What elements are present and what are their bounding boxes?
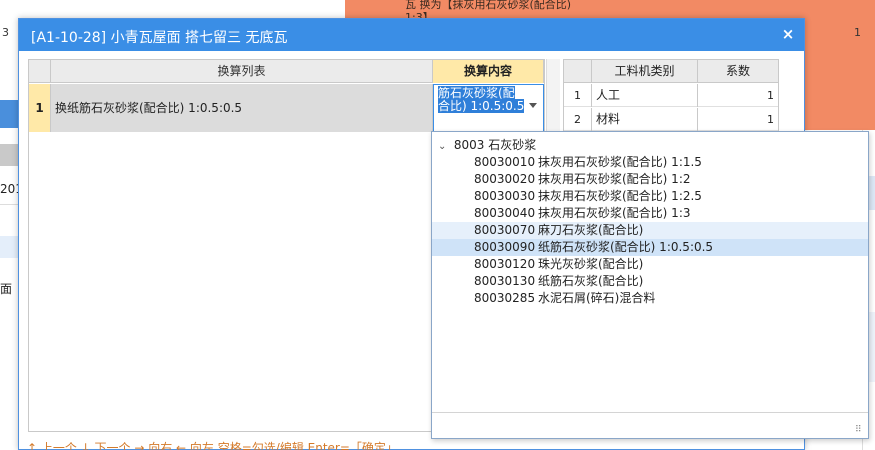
dropdown-footer: ⠿: [432, 412, 868, 438]
list-item[interactable]: 80030020 抹灰用石灰砂浆(配合比) 1:2: [432, 171, 868, 188]
material-dropdown-popup: ⌄ 8003 石灰砂浆 80030010 抹灰用石灰砂浆(配合比) 1:1.5 80…: [431, 131, 869, 439]
item-name: 抹灰用石灰砂浆(配合比) 1:2.5: [538, 189, 702, 203]
tree-group-node[interactable]: ⌄ 8003 石灰砂浆: [438, 137, 536, 154]
chevron-down-icon[interactable]: ⌄: [438, 138, 450, 155]
header-corner: [564, 60, 592, 83]
item-code: 80030285: [474, 291, 536, 305]
keyboard-hint: ↑ 上一个 ↓ 下一个 → 向右 ← 向左 空格=勾选/编辑 Enter=「确定…: [27, 441, 398, 450]
conversion-content-combobox[interactable]: 筋石灰砂浆(配合比) 1:0.5:0.5: [433, 84, 544, 132]
item-code: 80030130: [474, 274, 536, 288]
table-row[interactable]: 1 人工 1: [564, 84, 778, 107]
list-item[interactable]: 80030120 珠光灰砂浆(配合比): [432, 256, 868, 273]
item-code: 80030030: [474, 189, 536, 203]
item-name: 麻刀石灰浆(配合比): [538, 223, 644, 237]
item-code: 80030090: [474, 240, 536, 254]
list-item[interactable]: 80030130 纸筋石灰浆(配合比): [432, 273, 868, 290]
item-name: 珠光灰砂浆(配合比): [538, 257, 644, 271]
header-conversion-content[interactable]: 换算内容: [433, 60, 544, 83]
conversion-list-header: 换算列表 换算内容: [29, 60, 544, 83]
dialog-title-bar[interactable]: [A1-10-28] 小青瓦屋面 搭七留三 无底瓦 ×: [19, 19, 804, 51]
row-index: 1: [564, 84, 592, 107]
background-left-row-number: 3: [2, 26, 9, 39]
material-category-header: 工料机类别 系数: [564, 60, 778, 83]
item-name: 抹灰用石灰砂浆(配合比) 1:2: [538, 172, 691, 186]
list-item[interactable]: 80030090 纸筋石灰砂浆(配合比) 1:0.5:0.5: [432, 239, 868, 256]
item-code: 80030020: [474, 172, 536, 186]
item-name: 抹灰用石灰砂浆(配合比) 1:1.5: [538, 155, 702, 169]
table-row[interactable]: 2 材料 1: [564, 108, 778, 131]
list-item[interactable]: 80030010 抹灰用石灰砂浆(配合比) 1:1.5: [432, 154, 868, 171]
combobox-selected-text: 筋石灰砂浆(配合比) 1:0.5:0.5: [438, 86, 525, 113]
row-index: 2: [564, 108, 592, 131]
item-name: 纸筋石灰浆(配合比): [538, 274, 644, 288]
background-left-selected-tab[interactable]: [0, 100, 20, 128]
item-name: 水泥石屑(碎石)混合料: [538, 291, 656, 305]
row-index: 1: [29, 84, 51, 132]
list-item[interactable]: 80030030 抹灰用石灰砂浆(配合比) 1:2.5: [432, 188, 868, 205]
close-icon[interactable]: ×: [778, 24, 798, 44]
item-code: 80030040: [474, 206, 536, 220]
header-corner: [29, 60, 51, 83]
background-divider: [0, 204, 20, 205]
group-code: 8003: [453, 138, 485, 152]
row-coefficient[interactable]: 1: [698, 84, 778, 107]
row-category[interactable]: 材料: [592, 108, 698, 131]
list-item[interactable]: 80030285 水泥石屑(碎石)混合料: [432, 290, 868, 307]
list-item[interactable]: 80030040 抹灰用石灰砂浆(配合比) 1:3: [432, 205, 868, 222]
background-row-number: 1: [854, 26, 861, 39]
row-category[interactable]: 人工: [592, 84, 698, 107]
background-left-row[interactable]: [0, 236, 20, 258]
header-category[interactable]: 工料机类别: [592, 60, 698, 83]
item-code: 80030120: [474, 257, 536, 271]
dialog-title: [A1-10-28] 小青瓦屋面 搭七留三 无底瓦: [31, 30, 288, 46]
table-row[interactable]: 1 换纸筋石灰砂浆(配合比) 1:0.5:0.5 筋石灰砂浆(配合比) 1:0.…: [29, 84, 544, 132]
item-name: 抹灰用石灰砂浆(配合比) 1:3: [538, 206, 691, 220]
material-category-grid: 工料机类别 系数 1 人工 1 2 材料 1 3 机械 1: [563, 59, 779, 134]
list-item[interactable]: 80030070 麻刀石灰浆(配合比): [432, 222, 868, 239]
item-code: 80030010: [474, 155, 536, 169]
resize-grip-icon[interactable]: ⠿: [855, 425, 865, 435]
header-conversion-list[interactable]: 换算列表: [51, 60, 433, 83]
row-coefficient[interactable]: 1: [698, 108, 778, 131]
chevron-down-icon[interactable]: [529, 103, 537, 108]
header-coefficient[interactable]: 系数: [698, 60, 778, 83]
row-conversion-name[interactable]: 换纸筋石灰砂浆(配合比) 1:0.5:0.5: [51, 84, 433, 132]
background-left-grey-tab[interactable]: [0, 144, 20, 166]
item-code: 80030070: [474, 223, 536, 237]
group-name: 石灰砂浆: [488, 138, 537, 152]
item-name: 纸筋石灰砂浆(配合比) 1:0.5:0.5: [538, 240, 714, 254]
background-left-partial-char: 面: [0, 282, 13, 296]
